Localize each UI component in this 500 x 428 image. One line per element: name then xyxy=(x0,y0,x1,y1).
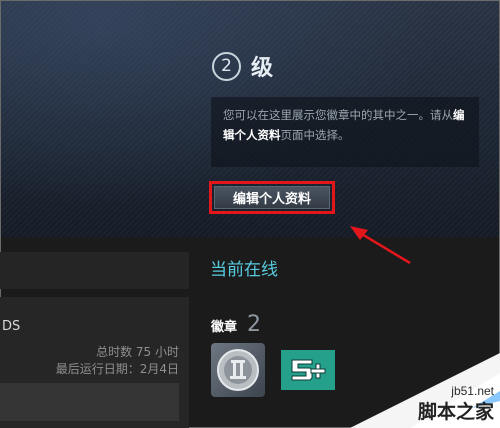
pillar-badge-icon[interactable] xyxy=(211,343,265,397)
5-plus-badge-icon[interactable] xyxy=(281,350,335,390)
edit-profile-button[interactable]: 编辑个人资料 xyxy=(214,186,330,209)
badge-text-line2: 页面中选择。 xyxy=(280,128,350,142)
featured-badge-placeholder: 您可以在这里展示您徽章中的其中之一。请从编辑个人资料页面中选择。 xyxy=(211,97,479,167)
profile-level: 2 级 xyxy=(212,51,273,81)
profile-header: 2 级 您可以在这里展示您徽章中的其中之一。请从编辑个人资料页面中选择。 编辑个… xyxy=(1,1,499,237)
online-status: 当前在线 xyxy=(210,260,278,280)
watermark: jb51.net 脚本之家 xyxy=(350,353,500,428)
badges-heading[interactable]: 徽章 2 xyxy=(211,312,261,337)
edit-profile-highlight: 编辑个人资料 xyxy=(209,181,335,214)
game-achievements-bar xyxy=(0,383,179,421)
game-last-played: 最后运行日期：2月4日 xyxy=(55,362,179,376)
red-arrow-annotation xyxy=(350,226,411,265)
game-total-hours: 总时数 75 小时 xyxy=(96,345,179,359)
level-label: 级 xyxy=(251,56,274,81)
watermark-site: jb51.net xyxy=(451,384,494,398)
recent-game-card[interactable]: DS 总时数 75 小时 最后运行日期：2月4日 xyxy=(0,297,189,428)
game-name[interactable]: DS xyxy=(2,319,20,334)
badges-label[interactable]: 徽章 xyxy=(211,316,237,335)
badge-text-line1: 您可以在这里展示您徽章中的其中之一。请从 xyxy=(223,108,453,122)
watermark-name: 脚本之家 xyxy=(417,401,494,423)
level-circle: 2 xyxy=(212,51,241,81)
left-panel-bar xyxy=(0,252,189,289)
badges-count[interactable]: 2 xyxy=(247,312,261,337)
